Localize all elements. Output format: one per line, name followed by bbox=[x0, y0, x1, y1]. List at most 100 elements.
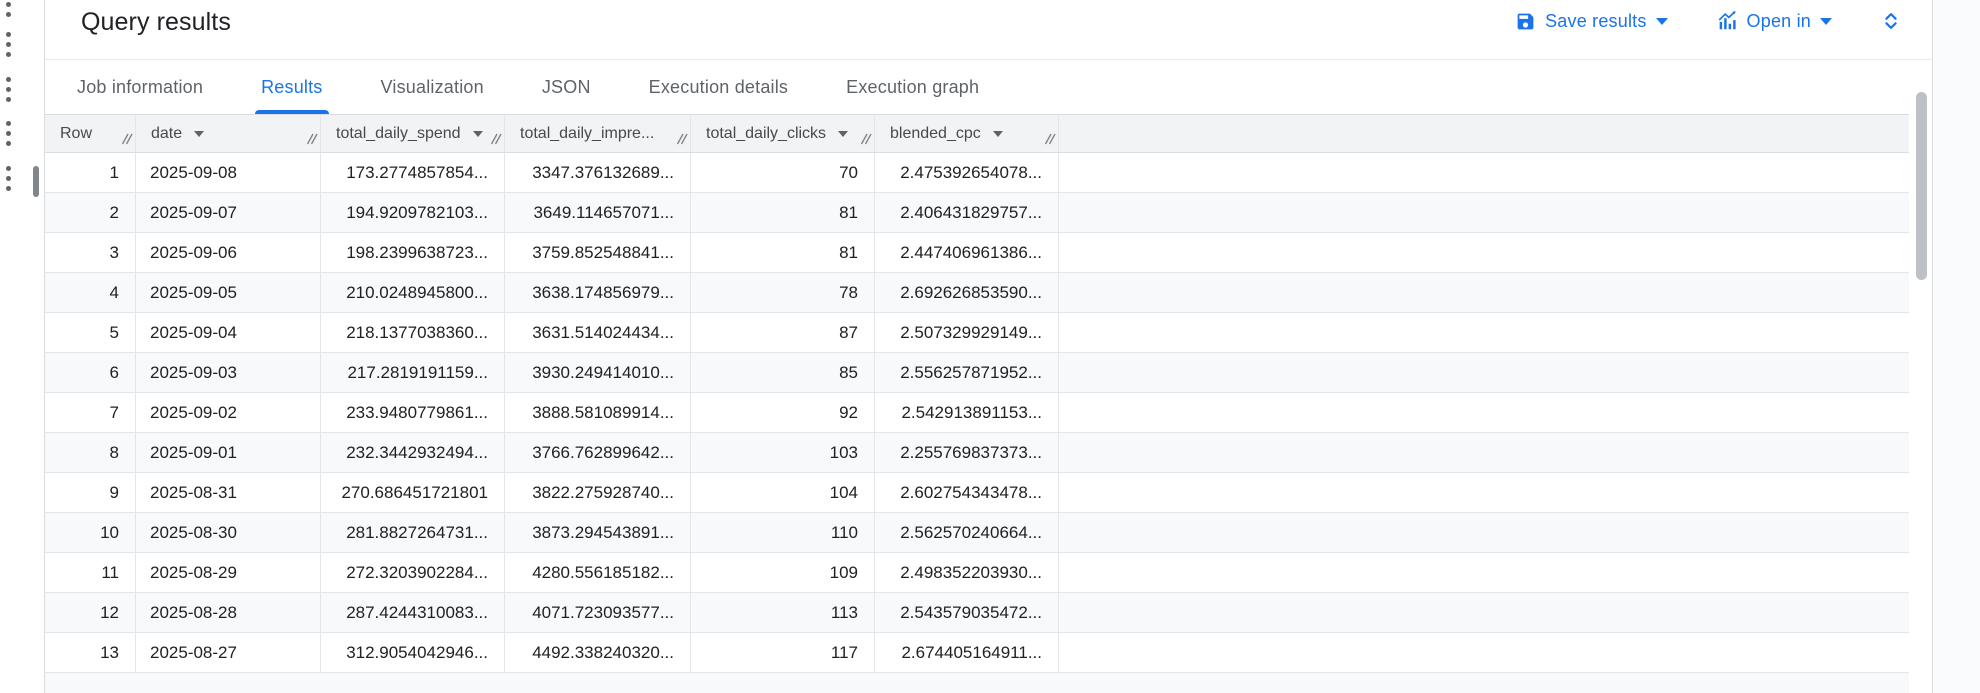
tab-results[interactable]: Results bbox=[255, 60, 329, 114]
tab-json[interactable]: JSON bbox=[542, 60, 591, 114]
data-cell[interactable]: 2.602754343478... bbox=[875, 473, 1059, 512]
data-cell[interactable]: 3631.514024434... bbox=[505, 313, 691, 352]
column-header-total-daily-clicks[interactable]: total_daily_clicks bbox=[691, 115, 875, 152]
data-cell[interactable]: 103 bbox=[691, 433, 875, 472]
data-cell[interactable]: 78 bbox=[691, 273, 875, 312]
data-cell[interactable]: 2.562570240664... bbox=[875, 513, 1059, 552]
row-number-cell[interactable]: 1 bbox=[45, 153, 136, 192]
sort-caret-icon[interactable] bbox=[992, 130, 1003, 137]
column-header-blended-cpc[interactable]: blended_cpc bbox=[875, 115, 1059, 152]
data-cell[interactable]: 117 bbox=[691, 633, 875, 672]
row-number-cell[interactable]: 4 bbox=[45, 273, 136, 312]
sort-caret-icon[interactable] bbox=[194, 130, 205, 137]
tab-execution-details[interactable]: Execution details bbox=[649, 60, 788, 114]
data-cell[interactable]: 2025-09-04 bbox=[136, 313, 321, 352]
column-resize-icon[interactable] bbox=[860, 132, 873, 150]
data-cell[interactable]: 4071.723093577... bbox=[505, 593, 691, 632]
data-cell[interactable]: 2025-09-08 bbox=[136, 153, 321, 192]
data-cell[interactable]: 218.1377038360... bbox=[321, 313, 505, 352]
column-header-total-daily-impre[interactable]: total_daily_impre... bbox=[505, 115, 691, 152]
data-cell[interactable]: 2.674405164911... bbox=[875, 633, 1059, 672]
data-cell[interactable]: 87 bbox=[691, 313, 875, 352]
data-cell[interactable]: 2025-09-06 bbox=[136, 233, 321, 272]
data-cell[interactable]: 210.0248945800... bbox=[321, 273, 505, 312]
data-cell[interactable]: 4492.338240320... bbox=[505, 633, 691, 672]
data-cell[interactable]: 81 bbox=[691, 233, 875, 272]
data-cell[interactable]: 2.542913891153... bbox=[875, 393, 1059, 432]
data-cell[interactable]: 2.692626853590... bbox=[875, 273, 1059, 312]
data-cell[interactable]: 2025-09-02 bbox=[136, 393, 321, 432]
data-cell[interactable]: 2.406431829757... bbox=[875, 193, 1059, 232]
data-cell[interactable]: 113 bbox=[691, 593, 875, 632]
data-cell[interactable]: 198.2399638723... bbox=[321, 233, 505, 272]
row-number-cell[interactable]: 3 bbox=[45, 233, 136, 272]
data-cell[interactable]: 287.4244310083... bbox=[321, 593, 505, 632]
data-cell[interactable]: 2.556257871952... bbox=[875, 353, 1059, 392]
data-cell[interactable]: 3638.174856979... bbox=[505, 273, 691, 312]
column-header-Row[interactable]: Row bbox=[45, 115, 136, 152]
row-number-cell[interactable]: 12 bbox=[45, 593, 136, 632]
row-number-cell[interactable]: 11 bbox=[45, 553, 136, 592]
sort-caret-icon[interactable] bbox=[472, 130, 483, 137]
data-cell[interactable]: 2025-08-31 bbox=[136, 473, 321, 512]
data-cell[interactable]: 2025-09-01 bbox=[136, 433, 321, 472]
data-cell[interactable]: 2025-09-03 bbox=[136, 353, 321, 392]
column-resize-icon[interactable] bbox=[490, 132, 503, 150]
data-cell[interactable]: 109 bbox=[691, 553, 875, 592]
row-number-cell[interactable]: 2 bbox=[45, 193, 136, 232]
column-resize-icon[interactable] bbox=[1044, 132, 1057, 150]
panel-resize-handle[interactable] bbox=[33, 166, 39, 197]
tab-execution-graph[interactable]: Execution graph bbox=[846, 60, 979, 114]
data-cell[interactable]: 217.2819191159... bbox=[321, 353, 505, 392]
data-cell[interactable]: 2.255769837373... bbox=[875, 433, 1059, 472]
data-cell[interactable]: 3930.249414010... bbox=[505, 353, 691, 392]
row-number-cell[interactable]: 5 bbox=[45, 313, 136, 352]
drag-handle-icon[interactable] bbox=[6, 0, 11, 17]
data-cell[interactable]: 2025-09-05 bbox=[136, 273, 321, 312]
column-resize-icon[interactable] bbox=[121, 132, 134, 150]
data-cell[interactable]: 3766.762899642... bbox=[505, 433, 691, 472]
row-number-cell[interactable]: 6 bbox=[45, 353, 136, 392]
data-cell[interactable]: 3873.294543891... bbox=[505, 513, 691, 552]
open-in-button[interactable]: Open in bbox=[1716, 10, 1832, 32]
drag-handle-icon[interactable] bbox=[6, 166, 11, 191]
data-cell[interactable]: 2.447406961386... bbox=[875, 233, 1059, 272]
row-number-cell[interactable]: 9 bbox=[45, 473, 136, 512]
data-cell[interactable]: 2.543579035472... bbox=[875, 593, 1059, 632]
tab-visualization[interactable]: Visualization bbox=[381, 60, 484, 114]
row-number-cell[interactable]: 8 bbox=[45, 433, 136, 472]
data-cell[interactable]: 3347.376132689... bbox=[505, 153, 691, 192]
data-cell[interactable]: 4280.556185182... bbox=[505, 553, 691, 592]
data-cell[interactable]: 70 bbox=[691, 153, 875, 192]
data-cell[interactable]: 2025-08-28 bbox=[136, 593, 321, 632]
data-cell[interactable]: 2025-08-30 bbox=[136, 513, 321, 552]
vertical-scrollbar-thumb[interactable] bbox=[1916, 92, 1927, 280]
drag-handle-icon[interactable] bbox=[6, 32, 11, 57]
column-header-date[interactable]: date bbox=[136, 115, 321, 152]
data-cell[interactable]: 3822.275928740... bbox=[505, 473, 691, 512]
data-cell[interactable]: 3888.581089914... bbox=[505, 393, 691, 432]
expand-panel-button[interactable] bbox=[1880, 9, 1902, 33]
save-results-button[interactable]: Save results bbox=[1515, 11, 1668, 32]
data-cell[interactable]: 232.3442932494... bbox=[321, 433, 505, 472]
data-cell[interactable]: 81 bbox=[691, 193, 875, 232]
drag-handle-icon[interactable] bbox=[6, 77, 11, 102]
data-cell[interactable]: 2.475392654078... bbox=[875, 153, 1059, 192]
data-cell[interactable]: 194.9209782103... bbox=[321, 193, 505, 232]
data-cell[interactable]: 233.9480779861... bbox=[321, 393, 505, 432]
data-cell[interactable]: 281.8827264731... bbox=[321, 513, 505, 552]
data-cell[interactable]: 173.2774857854... bbox=[321, 153, 505, 192]
column-resize-icon[interactable] bbox=[306, 132, 319, 150]
data-cell[interactable]: 270.686451721801 bbox=[321, 473, 505, 512]
data-cell[interactable]: 104 bbox=[691, 473, 875, 512]
data-cell[interactable]: 312.9054042946... bbox=[321, 633, 505, 672]
data-cell[interactable]: 2025-08-27 bbox=[136, 633, 321, 672]
column-resize-icon[interactable] bbox=[676, 132, 689, 150]
data-cell[interactable]: 85 bbox=[691, 353, 875, 392]
sort-caret-icon[interactable] bbox=[838, 130, 849, 137]
column-header-total-daily-spend[interactable]: total_daily_spend bbox=[321, 115, 505, 152]
row-number-cell[interactable]: 10 bbox=[45, 513, 136, 552]
data-cell[interactable]: 2.507329929149... bbox=[875, 313, 1059, 352]
row-number-cell[interactable]: 7 bbox=[45, 393, 136, 432]
data-cell[interactable]: 3649.114657071... bbox=[505, 193, 691, 232]
